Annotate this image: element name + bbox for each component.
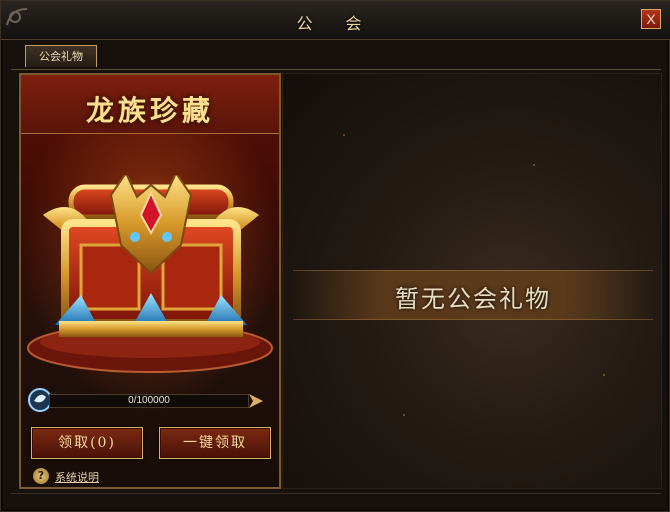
dragon-chest-icon [43, 175, 259, 337]
progress-row: 0/100000 [27, 385, 277, 415]
claim-button[interactable]: 领取(0) [31, 427, 143, 459]
treasure-panel: 龙族珍藏 0/100000 领取(0) 一键领取 ? 系统说明 [19, 73, 281, 489]
progress-text: 0/100000 [128, 395, 170, 406]
title-bar[interactable]: 公 会 X [1, 1, 670, 40]
progress-bar: 0/100000 [49, 394, 249, 408]
gifts-panel: 暂无公会礼物 [282, 73, 662, 489]
empty-state-text: 暂无公会礼物 [395, 285, 551, 313]
help-icon[interactable]: ? [33, 468, 49, 484]
tab-guild-gifts[interactable]: 公会礼物 [25, 45, 97, 67]
guild-window: 公 会 X 公会礼物 龙族珍藏 0/100000 领取(0) 一键领取 ? 系统… [0, 0, 670, 512]
bottom-frame [11, 493, 661, 506]
dust-speck [403, 414, 405, 416]
dust-speck [343, 134, 345, 136]
help-label[interactable]: 系统说明 [55, 469, 99, 485]
treasure-title: 龙族珍藏 [85, 94, 214, 127]
treasure-banner: 龙族珍藏 [21, 75, 279, 134]
tab-bar: 公会礼物 [11, 43, 661, 70]
close-button[interactable]: X [641, 9, 661, 29]
empty-state-banner: 暂无公会礼物 [293, 270, 653, 320]
claim-all-button[interactable]: 一键领取 [159, 427, 271, 459]
dust-speck [533, 164, 535, 166]
dust-speck [603, 374, 605, 376]
arrow-right-icon [249, 394, 263, 408]
window-title: 公 会 [296, 14, 376, 33]
